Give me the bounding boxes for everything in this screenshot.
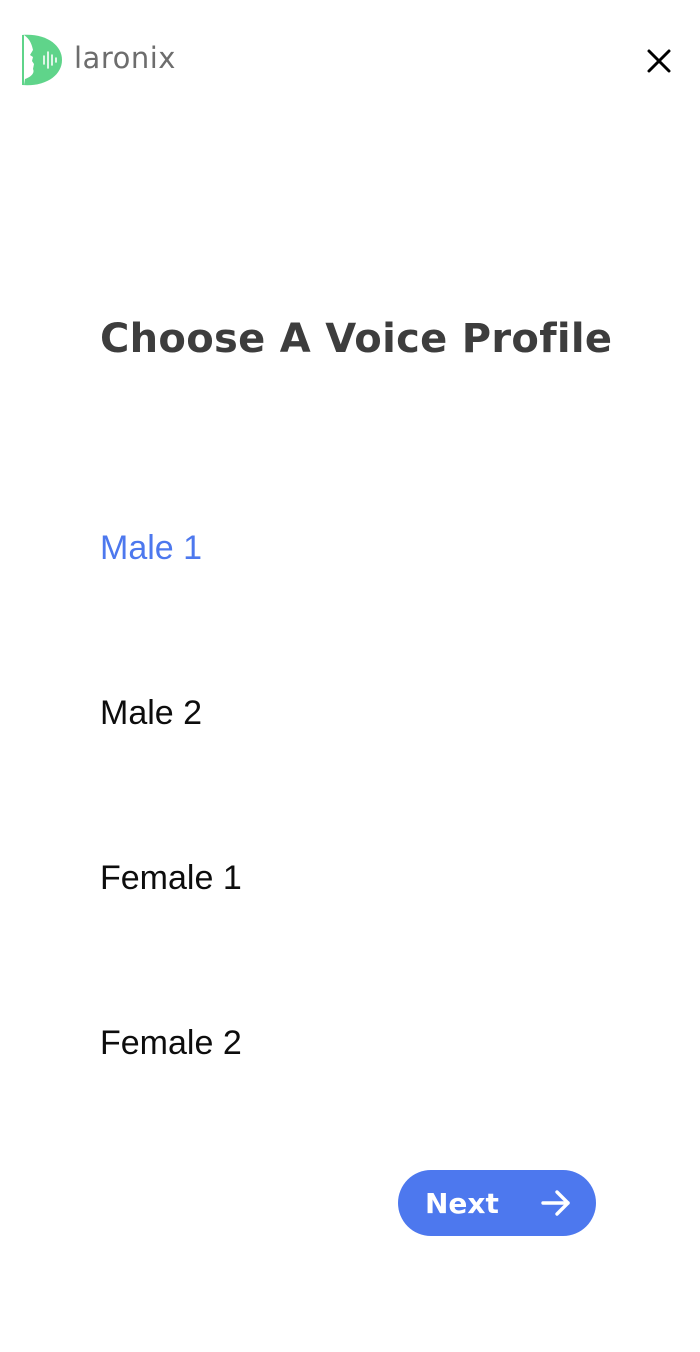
voice-option-male-2[interactable]: Male 2	[100, 685, 242, 741]
logo-icon	[22, 34, 62, 86]
voice-option-female-1[interactable]: Female 1	[100, 850, 242, 906]
close-icon[interactable]	[642, 44, 676, 78]
logo: laronix	[22, 32, 176, 88]
page-title: Choose A Voice Profile	[100, 316, 613, 362]
arrow-right-icon	[541, 1190, 570, 1216]
next-button-label: Next	[425, 1186, 499, 1220]
voice-profile-list: Male 1 Male 2 Female 1 Female 2	[100, 520, 242, 1180]
logo-wordmark: laronix	[74, 41, 176, 75]
voice-option-female-2[interactable]: Female 2	[100, 1015, 242, 1071]
voice-profile-screen: laronix Choose A Voice Profile Male 1 Ma…	[0, 0, 700, 1352]
next-button[interactable]: Next	[398, 1170, 596, 1236]
voice-option-male-1[interactable]: Male 1	[100, 520, 242, 576]
